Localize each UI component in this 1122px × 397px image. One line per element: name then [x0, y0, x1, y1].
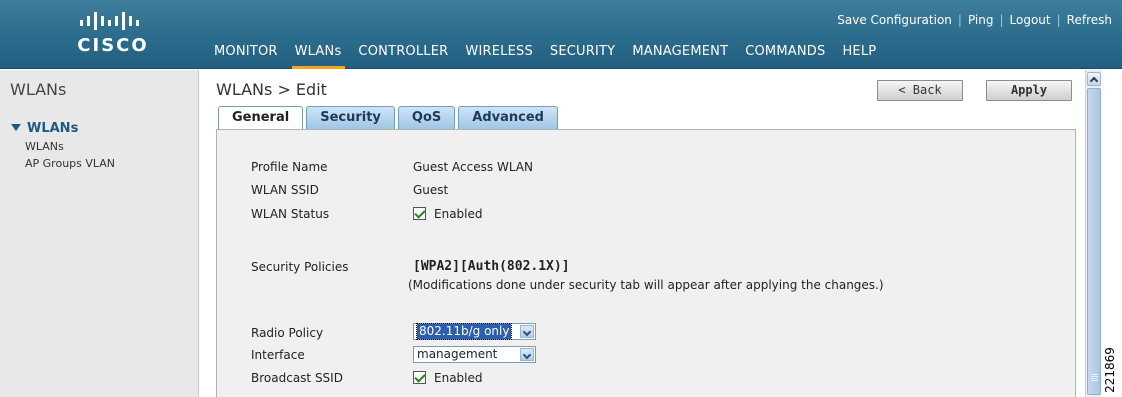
main-content: WLANs > Edit < Back Apply General Securi…: [200, 70, 1084, 397]
logout-link[interactable]: Logout: [1010, 13, 1051, 27]
radio-policy-select[interactable]: 802.11b/g only: [413, 323, 536, 340]
page-title: WLANs > Edit: [216, 80, 327, 99]
interface-label: Interface: [251, 348, 305, 362]
apply-button[interactable]: Apply: [986, 80, 1072, 101]
security-note: (Modifications done under security tab w…: [408, 278, 884, 292]
wlan-ssid-label: WLAN SSID: [251, 183, 319, 197]
grip-icon: [1091, 374, 1098, 375]
vertical-scrollbar[interactable]: [1085, 70, 1101, 397]
wlan-status-checkbox[interactable]: [413, 207, 426, 220]
sidebar-item-wlans[interactable]: WLANs: [25, 140, 64, 153]
expand-triangle-icon: [11, 124, 21, 131]
nav-security[interactable]: SECURITY: [550, 44, 615, 66]
broadcast-ssid-field: Enabled: [413, 371, 483, 385]
general-panel: Profile Name Guest Access WLAN WLAN SSID…: [216, 129, 1076, 397]
top-links: Save Configuration | Ping | Logout | Refresh: [837, 13, 1112, 27]
tab-general[interactable]: General: [218, 106, 304, 131]
tab-advanced[interactable]: Advanced: [458, 106, 558, 130]
tab-security[interactable]: Security: [306, 106, 395, 130]
cisco-logo: CISCO: [58, 11, 168, 56]
scrollbar-thumb[interactable]: [1087, 88, 1101, 395]
wlan-status-field: Enabled: [413, 207, 483, 221]
scroll-up-arrow-icon[interactable]: [1087, 72, 1101, 86]
tab-bar: General Security QoS Advanced: [218, 106, 561, 131]
broadcast-ssid-checkbox[interactable]: [413, 371, 426, 384]
logo-text: CISCO: [77, 35, 149, 56]
security-policies-value: [WPA2][Auth(802.1X)]: [413, 259, 570, 274]
broadcast-ssid-text: Enabled: [434, 371, 483, 385]
cisco-bars-icon: [58, 11, 168, 33]
header-bar: CISCO Save Configuration | Ping | Logout | Ref…: [0, 0, 1122, 69]
security-policies-label: Security Policies: [251, 260, 349, 274]
main-nav: MONITOR WLANs CONTROLLER WIRELESS SECURI…: [214, 44, 893, 69]
nav-help[interactable]: HELP: [842, 44, 876, 66]
figure-id: 221869: [1102, 347, 1117, 393]
back-button[interactable]: < Back: [877, 80, 963, 101]
ping-link[interactable]: Ping: [968, 13, 994, 27]
profile-name-label: Profile Name: [251, 160, 328, 174]
refresh-link[interactable]: Refresh: [1067, 13, 1112, 27]
dropdown-arrow-icon: [520, 325, 534, 338]
sidebar-item-ap-groups-vlan[interactable]: AP Groups VLAN: [25, 157, 115, 170]
tab-qos[interactable]: QoS: [397, 106, 456, 130]
nav-commands[interactable]: COMMANDS: [745, 44, 825, 66]
sidebar-title: WLANs: [10, 80, 67, 99]
profile-name-value: Guest Access WLAN: [413, 160, 533, 174]
nav-wlans[interactable]: WLANs: [291, 44, 346, 69]
nav-wireless[interactable]: WIRELESS: [465, 44, 533, 66]
wlan-status-label: WLAN Status: [251, 207, 330, 221]
sidebar-group-wlans[interactable]: WLANs: [11, 121, 78, 136]
nav-monitor[interactable]: MONITOR: [214, 44, 278, 66]
sidebar: WLANs WLANs WLANs AP Groups VLAN: [0, 70, 199, 397]
nav-management[interactable]: MANAGEMENT: [632, 44, 728, 66]
dropdown-arrow-icon: [520, 348, 534, 361]
nav-controller[interactable]: CONTROLLER: [358, 44, 448, 66]
save-configuration-link[interactable]: Save Configuration: [837, 13, 952, 27]
broadcast-ssid-label: Broadcast SSID: [251, 371, 343, 385]
radio-policy-label: Radio Policy: [251, 326, 324, 340]
wlan-ssid-value: Guest: [413, 183, 449, 197]
interface-select[interactable]: management: [413, 346, 536, 363]
wlan-status-text: Enabled: [434, 207, 483, 221]
